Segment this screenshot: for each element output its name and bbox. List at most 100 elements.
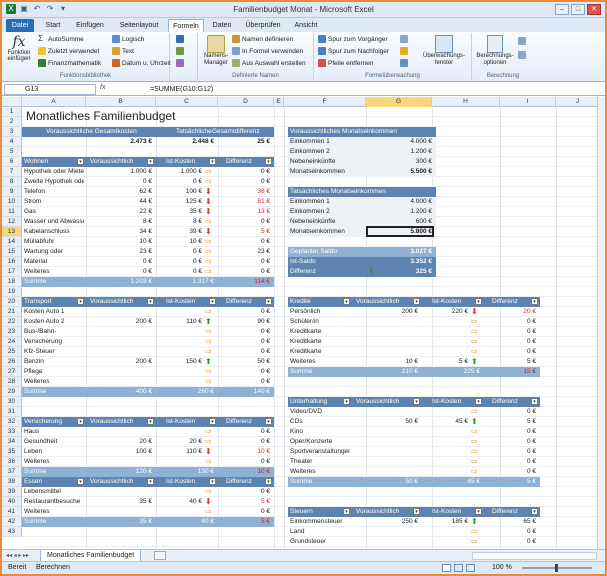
filter-dropdown-icon[interactable]: ▾ — [77, 418, 84, 425]
transport-row-plan[interactable]: 200 € — [86, 357, 152, 367]
row-header-19[interactable]: 19 — [2, 287, 22, 297]
sum-value[interactable]: 5 € — [484, 477, 536, 487]
steuern-row-plan[interactable]: 250 € — [352, 517, 418, 527]
sum-value[interactable]: 120 € — [86, 467, 152, 477]
calc-sheet-button[interactable] — [518, 51, 526, 59]
essen-row-plan[interactable] — [86, 507, 152, 517]
versicherung-row-label[interactable]: Haus — [24, 427, 84, 437]
autosum-button[interactable]: Σ AutoSumme — [38, 35, 84, 43]
kredite-row-diff[interactable]: 5 € — [484, 357, 536, 367]
column-header-d[interactable]: D — [218, 97, 274, 107]
row-header-6[interactable]: 6 — [2, 157, 22, 167]
sum-value[interactable]: 35 € — [86, 517, 152, 527]
error-check-button[interactable] — [400, 47, 408, 55]
name-box[interactable]: G13 — [4, 84, 96, 95]
wohnen-row-label[interactable]: Wartung oder — [24, 247, 84, 257]
row-header-18[interactable]: 18 — [2, 277, 22, 287]
define-name-button[interactable]: Namen definieren — [232, 35, 293, 43]
wohnen-row-plan[interactable]: 0 € — [86, 177, 152, 187]
remove-arrows-button[interactable]: Pfeile entfernen — [318, 59, 374, 67]
unterhaltung-row-actual[interactable]: 45 € — [422, 417, 468, 427]
wohnen-row-actual[interactable]: 8 € — [156, 217, 202, 227]
kredite-row-diff[interactable]: 0 € — [484, 347, 536, 357]
filter-dropdown-icon[interactable]: ▾ — [209, 478, 216, 485]
steuern-row-label[interactable]: Einkommensteuer — [290, 517, 350, 527]
row-header-23[interactable]: 23 — [2, 327, 22, 337]
unterhaltung-row-plan[interactable] — [352, 447, 418, 457]
filter-dropdown-icon[interactable]: ▾ — [531, 508, 538, 515]
transport-row-label[interactable]: Benzin — [24, 357, 84, 367]
wohnen-row-plan[interactable]: 23 € — [86, 247, 152, 257]
filter-dropdown-icon[interactable]: ▾ — [209, 298, 216, 305]
transport-row-label[interactable]: Kosten Auto 2 — [24, 317, 84, 327]
unterhaltung-row-diff[interactable]: 0 € — [484, 407, 536, 417]
active-cell[interactable] — [366, 226, 434, 237]
kredite-row-diff[interactable]: 0 € — [484, 337, 536, 347]
transport-row-diff[interactable]: 0 € — [218, 307, 270, 317]
versicherung-row-plan[interactable] — [86, 427, 152, 437]
filter-dropdown-icon[interactable]: ▾ — [343, 398, 350, 405]
filter-dropdown-icon[interactable]: ▾ — [209, 418, 216, 425]
sum-value[interactable]: 40 € — [156, 517, 214, 527]
row-header-34[interactable]: 34 — [2, 437, 22, 447]
filter-dropdown-icon[interactable]: ▾ — [413, 298, 420, 305]
row-header-32[interactable]: 32 — [2, 417, 22, 427]
row-header-42[interactable]: 42 — [2, 517, 22, 527]
sum-value[interactable]: 210 € — [352, 367, 418, 377]
versicherung-row-actual[interactable] — [156, 457, 202, 467]
wohnen-row-label[interactable]: Zweite Hypothek oder — [24, 177, 84, 187]
wohnen-row-plan[interactable]: 8 € — [86, 217, 152, 227]
unterhaltung-row-label[interactable]: CDs — [290, 417, 350, 427]
essen-row-label[interactable]: Lebensmittel — [24, 487, 84, 497]
sum-value[interactable]: 400 € — [86, 387, 152, 397]
wohnen-row-label[interactable]: Gas — [24, 207, 84, 217]
column-header-i[interactable]: I — [500, 97, 556, 107]
wohnen-row-actual[interactable]: 1.000 € — [156, 167, 202, 177]
summary-value-3[interactable]: 25 € — [218, 137, 270, 147]
wohnen-row-plan[interactable]: 44 € — [86, 197, 152, 207]
filter-dropdown-icon[interactable]: ▾ — [475, 298, 482, 305]
filter-dropdown-icon[interactable]: ▾ — [531, 398, 538, 405]
math-button[interactable] — [176, 47, 184, 55]
transport-row-actual[interactable] — [156, 337, 202, 347]
sum-value[interactable]: 130 € — [156, 467, 214, 477]
row-header-5[interactable]: 5 — [2, 147, 22, 157]
row-header-35[interactable]: 35 — [2, 447, 22, 457]
wohnen-row-actual[interactable]: 125 € — [156, 197, 202, 207]
unterhaltung-row-diff[interactable]: 0 € — [484, 427, 536, 437]
summary-value-1[interactable]: 2.473 € — [86, 137, 152, 147]
row-header-15[interactable]: 15 — [2, 247, 22, 257]
row-header-38[interactable]: 38 — [2, 477, 22, 487]
actual-income-row-label[interactable]: Einkommen 2 — [290, 207, 364, 217]
unterhaltung-row-label[interactable]: Theater — [290, 457, 350, 467]
unterhaltung-row-plan[interactable]: 50 € — [352, 417, 418, 427]
steuern-row-actual[interactable] — [422, 537, 468, 547]
filter-dropdown-icon[interactable]: ▾ — [147, 478, 154, 485]
wohnen-row-actual[interactable]: 0 € — [156, 267, 202, 277]
filter-dropdown-icon[interactable]: ▾ — [475, 398, 482, 405]
wohnen-row-diff[interactable]: 5 € — [218, 227, 270, 237]
transport-row-label[interactable]: Kfz-Steuer — [24, 347, 84, 357]
row-header-10[interactable]: 10 — [2, 197, 22, 207]
tab-ansicht[interactable]: Ansicht — [288, 19, 324, 32]
unterhaltung-row-label[interactable]: Weiteres — [290, 467, 350, 477]
wohnen-row-diff[interactable]: 0 € — [218, 237, 270, 247]
page-break-view-icon[interactable] — [466, 564, 475, 572]
trace-dependents-button[interactable]: Spur zum Nachfolger — [318, 47, 389, 55]
wohnen-row-diff[interactable]: 0 € — [218, 267, 270, 277]
sum-value[interactable]: 225 € — [422, 367, 480, 377]
row-header-20[interactable]: 20 — [2, 297, 22, 307]
filter-dropdown-icon[interactable]: ▾ — [531, 298, 538, 305]
row-header-8[interactable]: 8 — [2, 177, 22, 187]
wohnen-row-label[interactable]: Kabelanschluss — [24, 227, 84, 237]
summary-value-2[interactable]: 2.448 € — [156, 137, 214, 147]
transport-row-plan[interactable] — [86, 327, 152, 337]
unterhaltung-row-actual[interactable] — [422, 467, 468, 477]
kredite-row-plan[interactable] — [352, 317, 418, 327]
wohnen-row-diff[interactable]: 13 € — [218, 207, 270, 217]
logical-button[interactable]: Logisch — [112, 35, 144, 43]
kredite-row-diff[interactable]: 0 € — [484, 317, 536, 327]
fx-icon[interactable]: fx — [100, 84, 142, 91]
kredite-row-label[interactable]: Weiteres — [290, 357, 350, 367]
column-header-f[interactable]: F — [284, 97, 366, 107]
